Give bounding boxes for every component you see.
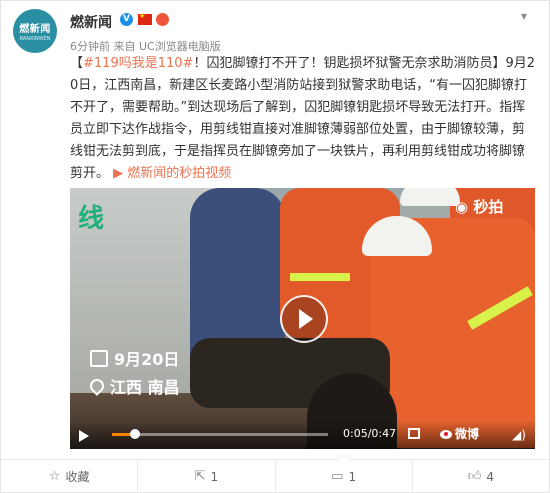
thumbs-up-icon: 👍︎: [467, 469, 482, 484]
action-bar: ☆ 收藏 ⇱ 1 ▭ 1 👍︎ 4: [1, 454, 549, 493]
date-location-overlay: 9月20日 江西 南昌: [87, 346, 202, 398]
author-avatar[interactable]: 燃新闻 RANXINWEN: [13, 9, 57, 53]
video-time: 0:05/0:47: [343, 427, 397, 440]
repost-count: 1: [210, 469, 219, 484]
verified-icon: V: [120, 13, 133, 26]
comment-count: 1: [348, 469, 357, 484]
avatar-subtext: RANXINWEN: [19, 36, 51, 42]
video-link-label: 燃新闻的秒拍视频: [127, 166, 232, 181]
weibo-post-card: 燃新闻 RANXINWEN 燃新闻 V 6分钟前 来自 UC浏览器电脑版 ▾ 【…: [0, 0, 550, 493]
play-icon[interactable]: [79, 430, 89, 442]
favorite-button[interactable]: ☆ 收藏: [1, 460, 139, 493]
weibo-logo-text: 微博: [455, 427, 480, 441]
open-bracket: 【: [70, 56, 84, 71]
video-location: 江西 南昌: [110, 378, 180, 397]
weibo-logo: 微博: [440, 425, 479, 442]
share-icon: ⇱: [194, 469, 206, 484]
scene-reflective-stripe-2: [290, 273, 350, 281]
video-controls: 0:05/0:47 微博 ◢): [70, 420, 535, 449]
video-overlay-text: 线: [78, 204, 105, 234]
post-body: ！囚犯脚镣打不开了！钥匙损坏狱警无奈求助消防员】9月20日，江西南昌，新建区长麦…: [70, 56, 535, 181]
big-play-button[interactable]: [280, 295, 328, 343]
video-player[interactable]: 线 ◉ 秒拍 9月20日 江西 南昌 0:05/0:47 微博 ◢): [70, 188, 535, 449]
weibo-eye-icon: [440, 430, 452, 439]
watermark-text: 秒拍: [473, 198, 504, 216]
post-time-source[interactable]: 6分钟前 来自 UC浏览器电脑版: [70, 38, 221, 54]
calendar-icon: [90, 349, 108, 367]
scene-helmet-2: [400, 188, 460, 206]
chevron-down-icon[interactable]: ▾: [521, 9, 527, 23]
active-caret: [337, 454, 350, 460]
comment-icon: ▭: [331, 469, 344, 484]
avatar-text: 燃新闻: [19, 24, 51, 35]
location-pin-icon: [87, 376, 107, 396]
miaopai-watermark: ◉ 秒拍: [455, 198, 504, 216]
post-text: 【#119吗我是110#！囚犯脚镣打不开了！钥匙损坏狱警无奈求助消防员】9月20…: [70, 53, 535, 185]
comment-button[interactable]: ▭ 1: [276, 454, 413, 493]
video-link[interactable]: ▶ 燃新闻的秒拍视频: [113, 166, 231, 181]
star-icon: ☆: [48, 469, 61, 484]
fullscreen-icon[interactable]: [408, 428, 420, 439]
like-button[interactable]: 👍︎ 4: [413, 460, 549, 493]
member-badge-icon: [156, 13, 169, 26]
china-flag-icon: [138, 12, 152, 25]
like-count: 4: [486, 469, 494, 484]
volume-icon[interactable]: ◢): [512, 428, 526, 442]
progress-bar[interactable]: [112, 429, 328, 439]
video-date: 9月20日: [114, 350, 180, 369]
favorite-label: 收藏: [65, 470, 90, 484]
progress-thumb[interactable]: [129, 429, 140, 439]
repost-button[interactable]: ⇱ 1: [138, 460, 276, 493]
hashtag-link[interactable]: #119吗我是110#: [83, 56, 193, 71]
author-name[interactable]: 燃新闻: [70, 12, 112, 32]
